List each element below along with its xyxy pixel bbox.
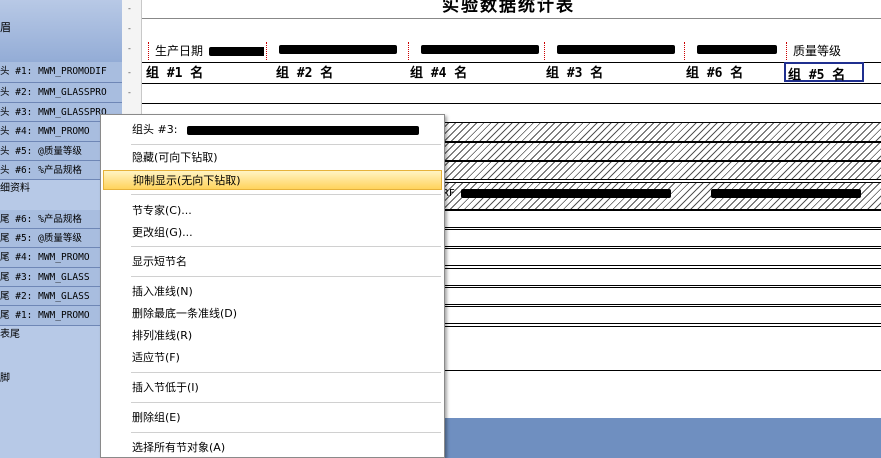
empty-section-band xyxy=(442,229,881,247)
canvas-bottom-area xyxy=(442,418,881,458)
redaction-bar xyxy=(186,125,419,135)
column-header-field[interactable] xyxy=(684,42,784,60)
group-name-field[interactable]: 组 #6 名 xyxy=(684,62,782,82)
section-label: 眉 xyxy=(0,21,11,34)
redaction-bar xyxy=(421,45,539,54)
menu-separator xyxy=(131,194,441,195)
column-header-field[interactable]: 生产日期 xyxy=(148,42,264,60)
section-label: 头 #1: MWM_PROMODIF xyxy=(0,66,107,77)
menu-item-arrange-guidelines[interactable]: 排列准线(R) xyxy=(103,326,442,346)
section-label: 头 #4: MWM_PROMO xyxy=(0,126,90,137)
column-header-field[interactable]: 质量等级 xyxy=(786,42,878,60)
section-label: 尾 #6: %产品规格 xyxy=(0,214,82,225)
section-divider xyxy=(142,103,881,104)
redaction-bar xyxy=(697,45,777,54)
section-group-header-2[interactable]: 头 #2: MWM_GLASSPRO xyxy=(0,83,122,103)
section-page-header[interactable]: 眉 xyxy=(0,0,122,62)
column-header-field[interactable] xyxy=(544,42,682,60)
menu-separator xyxy=(131,372,441,373)
section-label: 表尾 xyxy=(0,329,20,340)
redaction-bar xyxy=(460,188,671,198)
empty-section-band xyxy=(442,306,881,324)
menu-item-insert-section-below[interactable]: 插入节低于(I) xyxy=(103,378,442,398)
column-header-label: 生产日期 xyxy=(155,44,204,58)
menu-item-delete-last-guideline[interactable]: 删除最底一条准线(D) xyxy=(103,304,442,324)
menu-item-select-all-section-objects[interactable]: 选择所有节对象(A) xyxy=(103,438,442,458)
menu-separator xyxy=(131,402,441,403)
menu-item-section-expert[interactable]: 节专家(C)... xyxy=(103,201,442,221)
section-context-menu: 组头 #3: 隐藏(可向下钻取) 抑制显示(无向下钻取) 节专家(C)... 更… xyxy=(100,114,445,458)
empty-section-band xyxy=(442,268,881,286)
menu-separator xyxy=(131,246,441,247)
section-divider xyxy=(142,18,881,19)
group-name-field[interactable]: 组 #3 名 xyxy=(544,62,680,82)
suppressed-section-hatch xyxy=(442,122,881,142)
section-label: 尾 #4: MWM_PROMO xyxy=(0,252,90,263)
empty-section-band xyxy=(442,210,881,228)
redaction-bar xyxy=(557,45,675,54)
menu-item-insert-guideline[interactable]: 插入准线(N) xyxy=(103,282,442,302)
detail-field[interactable]: RF xyxy=(442,188,861,199)
ruler-mark: - xyxy=(128,24,131,33)
section-label: 细资料 xyxy=(0,183,30,194)
ruler-mark: - xyxy=(128,4,131,13)
redaction-bar xyxy=(710,188,861,198)
ruler-mark: - xyxy=(128,44,131,53)
suppressed-section-hatch xyxy=(442,142,881,161)
section-label: 尾 #1: MWM_PROMO xyxy=(0,310,90,321)
section-label: 头 #3: MWM_GLASSPRO xyxy=(0,107,107,118)
suppressed-section-hatch xyxy=(442,161,881,180)
section-label: 尾 #2: MWM_GLASS xyxy=(0,291,90,302)
menu-header: 组头 #3: xyxy=(132,121,419,137)
ruler-mark: - xyxy=(128,88,131,97)
group-name-field-selected[interactable]: 组 #5 名 xyxy=(784,62,864,83)
section-label: 头 #6: %产品规格 xyxy=(0,165,82,176)
section-label: 尾 #3: MWM_GLASS xyxy=(0,272,90,283)
menu-item-suppress[interactable]: 抑制显示(无向下钻取) xyxy=(103,170,442,190)
menu-separator xyxy=(131,432,441,433)
menu-separator xyxy=(131,276,441,277)
ruler-mark: - xyxy=(128,68,131,77)
section-label: 尾 #5: @质量等级 xyxy=(0,233,82,244)
menu-item-fit-section[interactable]: 适应节(F) xyxy=(103,348,442,368)
section-divider xyxy=(142,83,881,84)
redaction-bar xyxy=(279,45,397,54)
section-label: 头 #2: MWM_GLASSPRO xyxy=(0,87,107,98)
section-label: 脚 xyxy=(0,373,10,384)
empty-section-band xyxy=(442,287,881,305)
column-header-field[interactable] xyxy=(266,42,406,60)
menu-header-label: 组头 #3: xyxy=(132,123,178,136)
group-name-field[interactable]: 组 #1 名 xyxy=(144,62,262,82)
column-header-field[interactable] xyxy=(408,42,542,60)
group-name-field[interactable]: 组 #4 名 xyxy=(408,62,544,82)
report-title-field[interactable]: 实验数据统计表 xyxy=(442,0,575,16)
section-label: 头 #5: @质量等级 xyxy=(0,146,82,157)
menu-item-change-group[interactable]: 更改组(G)... xyxy=(103,223,442,243)
empty-section-band xyxy=(442,248,881,266)
section-group-header-1[interactable]: 头 #1: MWM_PROMODIF xyxy=(0,62,122,83)
menu-item-show-short-names[interactable]: 显示短节名 xyxy=(103,252,442,272)
redaction-bar xyxy=(209,47,264,56)
column-header-label: 质量等级 xyxy=(793,44,842,58)
menu-item-hide[interactable]: 隐藏(可向下钻取) xyxy=(103,148,442,168)
menu-separator xyxy=(131,144,441,145)
group-name-field[interactable]: 组 #2 名 xyxy=(274,62,402,82)
menu-item-delete-group[interactable]: 删除组(E) xyxy=(103,408,442,428)
